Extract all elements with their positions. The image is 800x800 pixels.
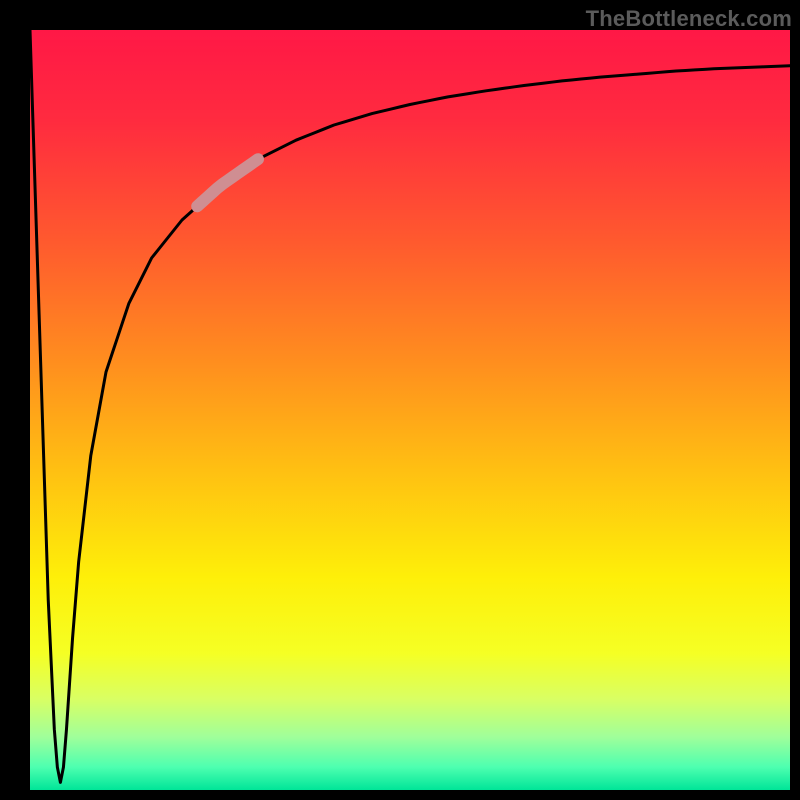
curve-layer xyxy=(30,30,790,790)
curve-highlight xyxy=(197,159,258,206)
watermark-text: TheBottleneck.com xyxy=(586,6,792,32)
chart-frame: TheBottleneck.com xyxy=(0,0,800,800)
bottleneck-curve xyxy=(30,30,790,782)
plot-area xyxy=(30,30,790,790)
